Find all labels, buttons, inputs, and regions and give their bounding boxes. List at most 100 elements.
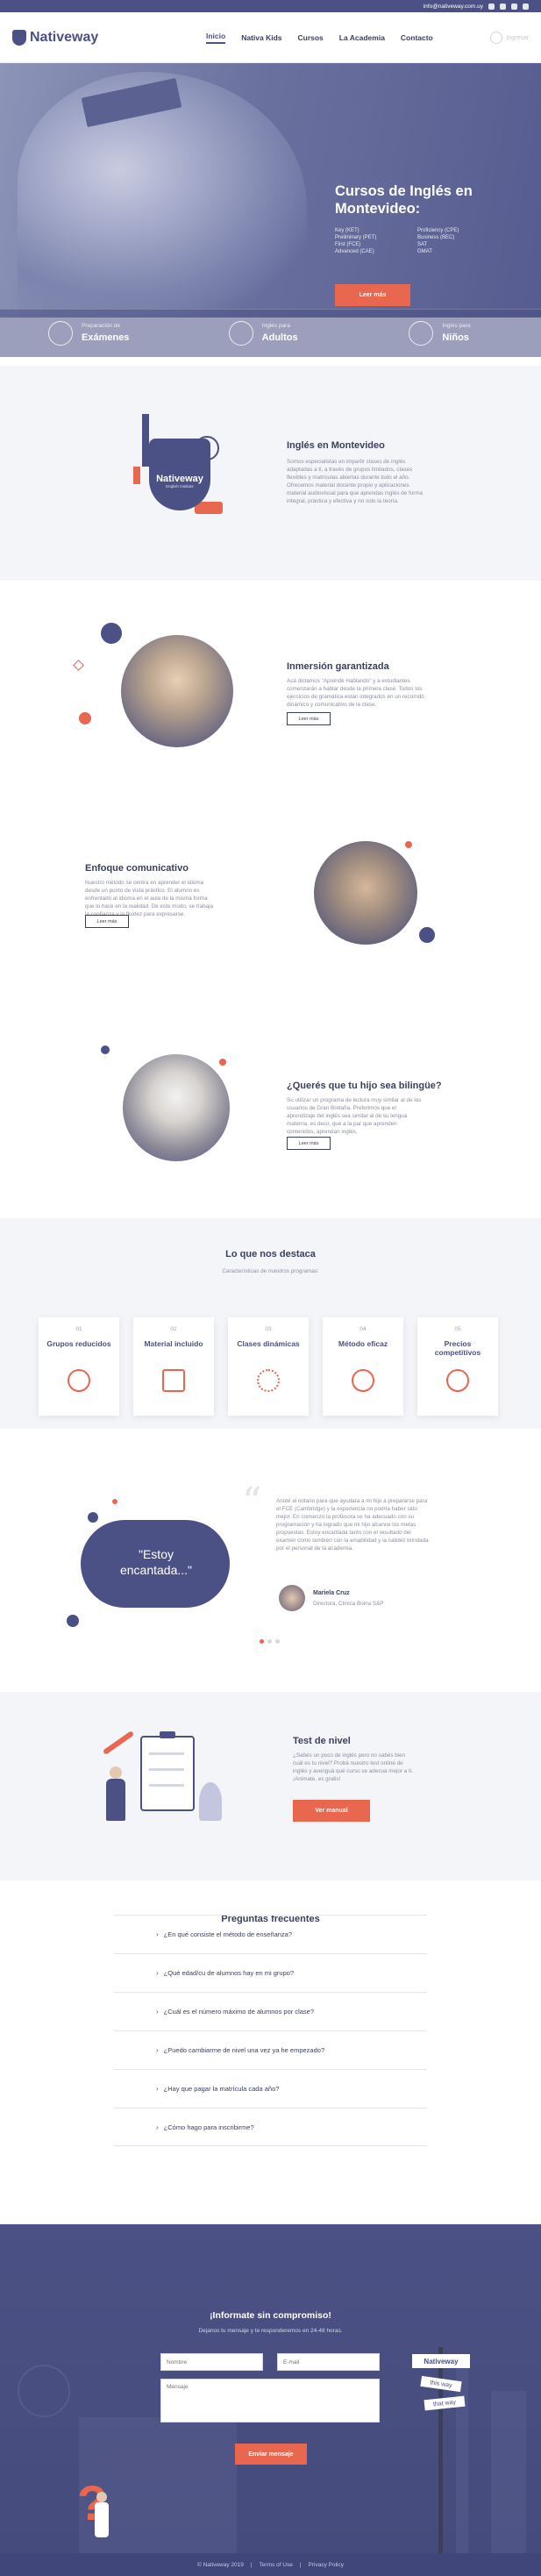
decor-dot — [101, 623, 122, 644]
decor-dot — [405, 841, 412, 848]
bilingual-section: ¿Querés que tu hijo sea bilingüe? Su uti… — [0, 1010, 541, 1218]
group-icon — [68, 1369, 90, 1392]
nav-la-academia[interactable]: La Academia — [339, 33, 385, 42]
logo[interactable]: Nativeway — [12, 29, 99, 46]
faq-item[interactable]: › ¿Cómo hago para inscribirme? — [114, 2108, 427, 2146]
chevron-right-icon: › — [156, 2008, 159, 2016]
feature-kids[interactable]: Inglés para Niños — [360, 310, 541, 357]
person-head-icon — [110, 1766, 122, 1779]
faq-item[interactable]: › ¿Cuál es el número máximo de alumnos po… — [114, 1992, 427, 2030]
testimonial-section: "Estoy encantada..." “ Anoté al notario … — [0, 1429, 541, 1692]
feature-exams[interactable]: Preparación de Exámenes — [0, 310, 181, 357]
terms-link[interactable]: Terms of Use — [260, 2562, 293, 2568]
bilingual-read-more-button[interactable]: Leer más — [287, 1137, 331, 1150]
feature-big-label: Niños — [442, 332, 469, 343]
decor-dot — [79, 712, 91, 724]
immersion-section: Inmersión garantizada Acá dictamos "Apre… — [0, 581, 541, 796]
user-icon — [490, 32, 503, 44]
nav-contacto[interactable]: Contacto — [401, 33, 433, 42]
pencil-icon — [102, 1730, 135, 1755]
youtube-icon[interactable] — [523, 3, 529, 10]
highlights-title: Lo que nos destaca — [225, 1249, 316, 1259]
name-field[interactable] — [160, 2353, 263, 2371]
carousel-dot-active[interactable] — [260, 1639, 264, 1644]
card-title: Clases dinámicas — [237, 1339, 300, 1348]
message-field[interactable] — [160, 2379, 380, 2423]
privacy-link[interactable]: Privacy Policy — [309, 2562, 344, 2568]
feature-big-label: Adultos — [261, 332, 298, 343]
communicative-text: Nuestro método se centra en aprender el … — [85, 880, 213, 917]
books-icon — [162, 1369, 185, 1392]
divider: | — [250, 2561, 253, 2568]
feature-adults[interactable]: Inglés para Adultos — [181, 310, 361, 357]
email-field[interactable] — [277, 2353, 380, 2371]
exam-item: Preliminary (PET) — [335, 235, 377, 240]
level-test-text: ¿Sabés un poco de inglés pero no sabés b… — [293, 1752, 413, 1782]
carousel-dot[interactable] — [275, 1639, 280, 1644]
contact-subtitle: Dejanos tu mensaje y te responderemos en… — [198, 2328, 343, 2334]
highlight-card: 04 Método eficaz — [323, 1317, 403, 1416]
person-body-icon — [106, 1779, 125, 1821]
nav-cursos[interactable]: Cursos — [298, 33, 324, 42]
card-title: Material incluido — [144, 1339, 203, 1348]
main-nav: Inicio Nativa Kids Cursos La Academia Co… — [206, 12, 433, 63]
login-link[interactable]: Ingresar — [490, 32, 529, 44]
feature-small-label: Inglés para — [261, 322, 290, 329]
card-title: Método eficaz — [338, 1339, 388, 1348]
sign-nativeway: Nativeway — [412, 2354, 470, 2368]
money-icon — [446, 1369, 469, 1392]
person-head-icon — [96, 2492, 107, 2502]
nav-inicio[interactable]: Inicio — [206, 32, 226, 44]
exam-item: Business (BEC) — [417, 235, 455, 240]
crest-emblem: Nativeway English Institute — [149, 439, 210, 510]
child-icon — [409, 321, 434, 346]
faq-item[interactable]: › ¿Hay que pagar la matrícula cada año? — [114, 2069, 427, 2108]
testimonial-text: Anoté al notario para que ayudara a mi h… — [276, 1498, 429, 1552]
big-ben-icon — [142, 414, 149, 467]
card-number: 01 — [75, 1326, 82, 1332]
facebook-icon[interactable] — [488, 3, 495, 10]
hero-read-more-button[interactable]: Leer más — [335, 284, 410, 306]
clipboard-illustration — [101, 1730, 232, 1845]
london-illustration: Nativeway English Institute — [132, 414, 230, 524]
faq-item[interactable]: › ¿Qué edad/cu de alumnos hay en mi grupo… — [114, 1953, 427, 1992]
card-number: 04 — [359, 1326, 367, 1332]
decor-dot — [419, 927, 435, 943]
card-number: 02 — [170, 1326, 177, 1332]
checklist-line — [149, 1784, 184, 1787]
highlight-card: 02 Material incluido — [133, 1317, 214, 1416]
decor-dot — [219, 1059, 226, 1066]
faq-item[interactable]: › ¿Puedo cambiarme de nivel una vez ya he… — [114, 2030, 427, 2069]
carousel-dot[interactable] — [267, 1639, 272, 1644]
google-plus-icon[interactable] — [511, 3, 517, 10]
feature-small-label: Preparación de — [82, 322, 121, 329]
highlights-subtitle: Características de nuestros programas: — [222, 1268, 319, 1274]
feature-bar: Preparación de Exámenes Inglés para Adulto… — [0, 309, 541, 357]
exam-item: Proficiency (CPE) — [417, 228, 459, 233]
location-icon — [228, 321, 253, 346]
phone-booth-icon — [133, 467, 140, 484]
level-test-button[interactable]: Ver manual — [293, 1800, 370, 1822]
highlight-card: 05 Precios competitivos — [417, 1317, 498, 1416]
immersion-read-more-button[interactable]: Leer más — [287, 712, 331, 725]
graduation-cap-icon — [48, 321, 73, 346]
faq-item[interactable]: › ¿En qué consiste el método de enseñanza… — [114, 1915, 427, 1953]
person-body-icon — [95, 2502, 109, 2537]
logo-text: Nativeway — [30, 29, 99, 45]
communicative-title: Enfoque comunicativo — [85, 863, 189, 874]
testimonial-role: Directora, Clínica Boina S&P — [313, 1601, 384, 1607]
highlight-card: 03 Clases dinámicas — [228, 1317, 309, 1416]
exam-item: Advanced (CAE) — [335, 249, 374, 254]
crest-title: Nativeway — [156, 473, 203, 484]
immersion-title: Inmersión garantizada — [287, 661, 389, 672]
communicative-read-more-button[interactable]: Leer más — [85, 915, 129, 928]
twitter-icon[interactable] — [500, 3, 506, 10]
nav-nativa-kids[interactable]: Nativa Kids — [241, 33, 281, 42]
quote-text: "Estoy encantada..." — [119, 1547, 193, 1577]
card-title: Grupos reducidos — [46, 1339, 111, 1348]
crest-icon — [12, 29, 26, 46]
target-icon — [352, 1369, 374, 1392]
email-link[interactable]: info@nativeway.com.uy — [424, 4, 483, 10]
highlight-card: 01 Grupos reducidos — [39, 1317, 119, 1416]
send-message-button[interactable]: Enviar mensaje — [235, 2444, 307, 2465]
